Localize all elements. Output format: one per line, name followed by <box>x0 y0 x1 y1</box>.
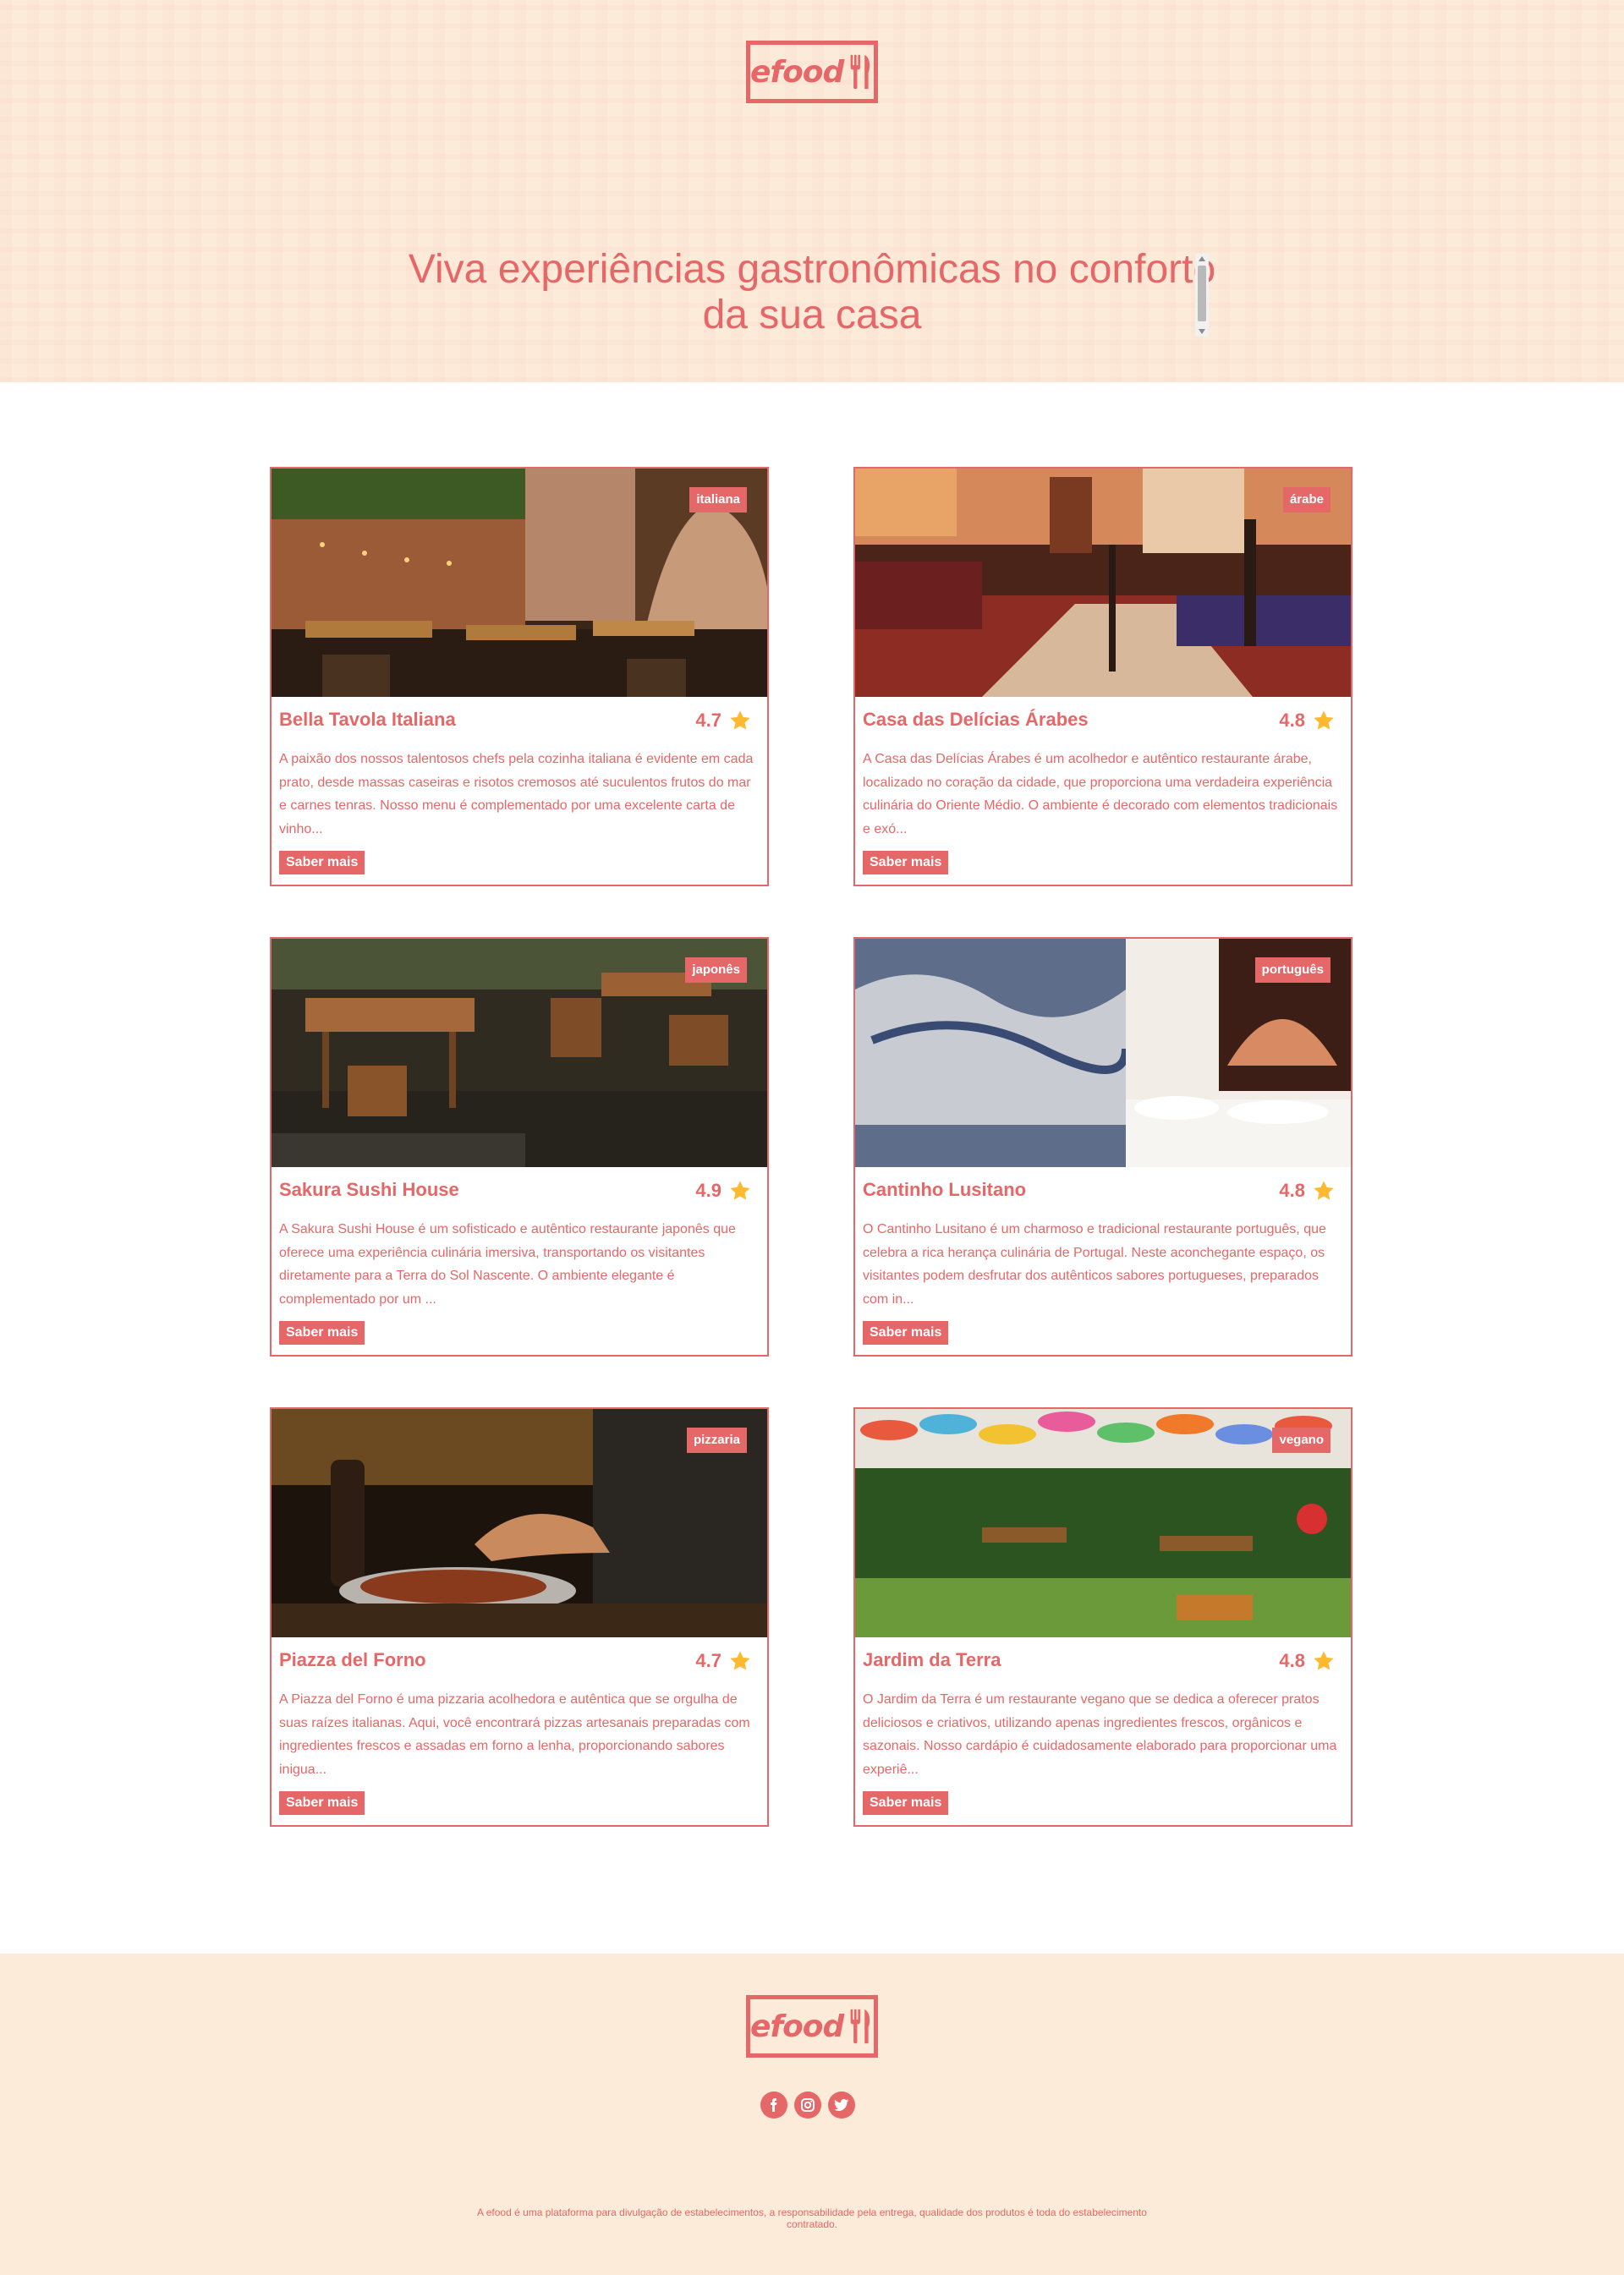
rating-value: 4.7 <box>695 710 721 731</box>
facebook-icon[interactable] <box>760 2091 787 2119</box>
saber-mais-button[interactable]: Saber mais <box>279 1321 365 1345</box>
rating-value: 4.8 <box>1279 710 1305 731</box>
saber-mais-button[interactable]: Saber mais <box>863 1791 949 1815</box>
cutlery-icon <box>850 54 870 90</box>
rating-value: 4.8 <box>1279 1650 1305 1671</box>
restaurant-name: Piazza del Forno <box>279 1649 426 1670</box>
category-tag: árabe <box>1282 487 1330 513</box>
twitter-icon[interactable] <box>828 2091 855 2119</box>
rating-value: 4.9 <box>695 1180 721 1201</box>
rating: 4.9 <box>695 1179 752 1203</box>
logo-text: efood <box>750 2009 844 2044</box>
restaurant-description: O Cantinho Lusitano é um charmoso e trad… <box>863 1222 1326 1307</box>
category-tag: japonês <box>685 957 747 983</box>
restaurant-name: Casa das Delícias Árabes <box>863 709 1089 730</box>
restaurant-name: Sakura Sushi House <box>279 1179 459 1200</box>
restaurant-description: A paixão dos nossos talentosos chefs pel… <box>279 752 754 836</box>
rating-value: 4.8 <box>1279 1180 1305 1201</box>
star-icon <box>730 1181 750 1200</box>
saber-mais-button[interactable]: Saber mais <box>279 1791 365 1815</box>
restaurant-description: A Piazza del Forno é uma pizzaria acolhe… <box>279 1692 750 1777</box>
rating: 4.7 <box>695 709 752 732</box>
saber-mais-button[interactable]: Saber mais <box>863 851 949 874</box>
restaurant-description: A Casa das Delícias Árabes é um acolhedo… <box>863 752 1338 836</box>
star-icon <box>1314 1181 1334 1200</box>
restaurant-description: O Jardim da Terra é um restaurante vegan… <box>863 1692 1337 1777</box>
restaurant-card: árabe Casa das Delícias Árabes 4.8 A Cas… <box>853 467 1352 886</box>
restaurant-card: japonês Sakura Sushi House 4.9 A Sakura … <box>270 937 769 1357</box>
star-icon <box>730 710 750 730</box>
star-icon <box>1314 1651 1334 1670</box>
rating: 4.8 <box>1279 1179 1336 1203</box>
category-tag: italiana <box>689 487 747 513</box>
category-tag: pizzaria <box>686 1428 747 1453</box>
saber-mais-button[interactable]: Saber mais <box>863 1321 949 1345</box>
star-icon <box>730 1651 750 1670</box>
restaurant-card: pizzaria Piazza del Forno 4.7 A Piazza d… <box>270 1407 769 1827</box>
rating: 4.7 <box>695 1649 752 1673</box>
restaurant-name: Jardim da Terra <box>863 1649 1001 1670</box>
restaurant-description: A Sakura Sushi House é um sofisticado e … <box>279 1222 736 1307</box>
cutlery-icon <box>850 2009 870 2044</box>
logo-text: efood <box>750 54 844 90</box>
star-icon <box>1314 710 1334 730</box>
footer-disclaimer: A efood é uma plataforma para divulgação… <box>477 2206 1147 2230</box>
instagram-icon[interactable] <box>794 2091 821 2119</box>
category-tag: português <box>1254 957 1330 983</box>
restaurant-name: Cantinho Lusitano <box>863 1179 1027 1200</box>
title-scrollbar[interactable] <box>1195 254 1209 337</box>
restaurant-image <box>855 469 1351 697</box>
restaurant-name: Bella Tavola Italiana <box>279 709 456 730</box>
scroll-up-icon[interactable] <box>1199 256 1205 261</box>
rating: 4.8 <box>1279 709 1336 732</box>
category-tag: vegano <box>1272 1428 1330 1453</box>
scrollbar-thumb[interactable] <box>1198 266 1206 321</box>
efood-logo[interactable]: efood <box>746 1995 878 2058</box>
hero-title: Viva experiências gastronômicas no confo… <box>408 247 1216 337</box>
scroll-down-icon[interactable] <box>1199 329 1205 334</box>
restaurant-card: vegano Jardim da Terra 4.8 O Jardim da T… <box>853 1407 1352 1827</box>
restaurant-card: português Cantinho Lusitano 4.8 O Cantin… <box>853 937 1352 1357</box>
saber-mais-button[interactable]: Saber mais <box>279 851 365 874</box>
restaurant-card: italiana Bella Tavola Italiana 4.7 A pai… <box>270 467 769 886</box>
rating: 4.8 <box>1279 1649 1336 1673</box>
rating-value: 4.7 <box>695 1650 721 1671</box>
efood-logo[interactable]: efood <box>746 41 878 103</box>
